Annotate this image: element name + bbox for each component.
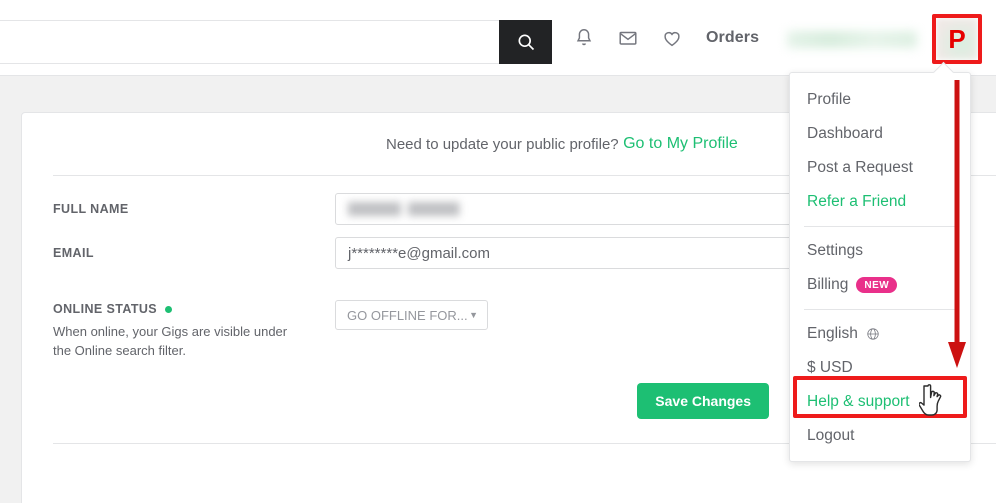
go-to-my-profile-link[interactable]: Go to My Profile [623,135,738,153]
top-header-bar: Orders P [0,0,996,76]
chevron-down-icon: ▼ [469,310,478,320]
go-offline-select-value: GO OFFLINE FOR... [347,307,468,323]
avatar-initial: P [948,23,966,54]
menu-item-label: Post a Request [807,159,913,176]
menu-item-label: Help & support [807,393,910,410]
online-status-dot-icon [165,305,173,313]
notifications-bell-icon[interactable] [572,26,596,50]
search-input[interactable] [0,20,499,64]
public-profile-prompt: Need to update your public profile? [386,135,619,153]
full-name-value-redacted [348,202,468,216]
go-offline-select[interactable]: GO OFFLINE FOR... ▼ [335,300,488,330]
search-submit-button[interactable] [499,20,552,64]
favorites-heart-icon[interactable] [660,26,684,50]
header-inner: Orders P [0,0,996,75]
menu-item-refer-a-friend[interactable]: Refer a Friend [790,185,970,219]
menu-separator [804,226,956,227]
header-icon-group [572,26,684,50]
inbox-envelope-icon[interactable] [616,26,640,50]
menu-item-label: $ USD [807,359,853,376]
menu-item-label: Dashboard [807,125,883,142]
menu-item-help-and-support[interactable]: Help & support [790,385,970,419]
email-field[interactable]: j********e@gmail.com [335,237,805,269]
menu-item-label: English [807,325,858,342]
menu-item-currency[interactable]: $ USD [790,351,970,385]
menu-item-post-a-request[interactable]: Post a Request [790,151,970,185]
menu-item-label: Logout [807,427,855,444]
account-dropdown-menu: Profile Dashboard Post a Request Refer a… [789,72,971,462]
screen-root: Orders P Need to update your public prof… [0,0,996,503]
search-icon [518,34,534,51]
menu-item-dashboard[interactable]: Dashboard [790,117,970,151]
menu-item-billing[interactable]: Billing NEW [790,268,970,302]
menu-item-label: Billing [807,276,849,293]
online-status-description: When online, your Gigs are visible under… [53,324,288,358]
search-bar [0,20,552,64]
online-status-label: ONLINE STATUS [53,302,158,316]
full-name-field[interactable] [335,193,805,225]
save-changes-button[interactable]: Save Changes [637,382,769,419]
menu-item-settings[interactable]: Settings [790,234,970,268]
menu-item-logout[interactable]: Logout [790,419,970,453]
online-status-title: ONLINE STATUS [53,302,335,316]
email-label: EMAIL [53,246,94,260]
menu-item-label: Refer a Friend [807,193,907,210]
globe-icon [867,328,879,340]
full-name-label: FULL NAME [53,202,129,216]
menu-item-profile[interactable]: Profile [790,83,970,117]
avatar[interactable]: P [936,18,978,60]
new-badge: NEW [856,277,898,293]
menu-item-language[interactable]: English [790,317,970,351]
menu-item-label: Profile [807,91,851,108]
menu-separator [804,309,956,310]
orders-link[interactable]: Orders [706,29,759,47]
username-redacted [787,31,917,48]
menu-item-label: Settings [807,242,864,259]
online-status-text-group: ONLINE STATUS When online, your Gigs are… [53,302,335,361]
